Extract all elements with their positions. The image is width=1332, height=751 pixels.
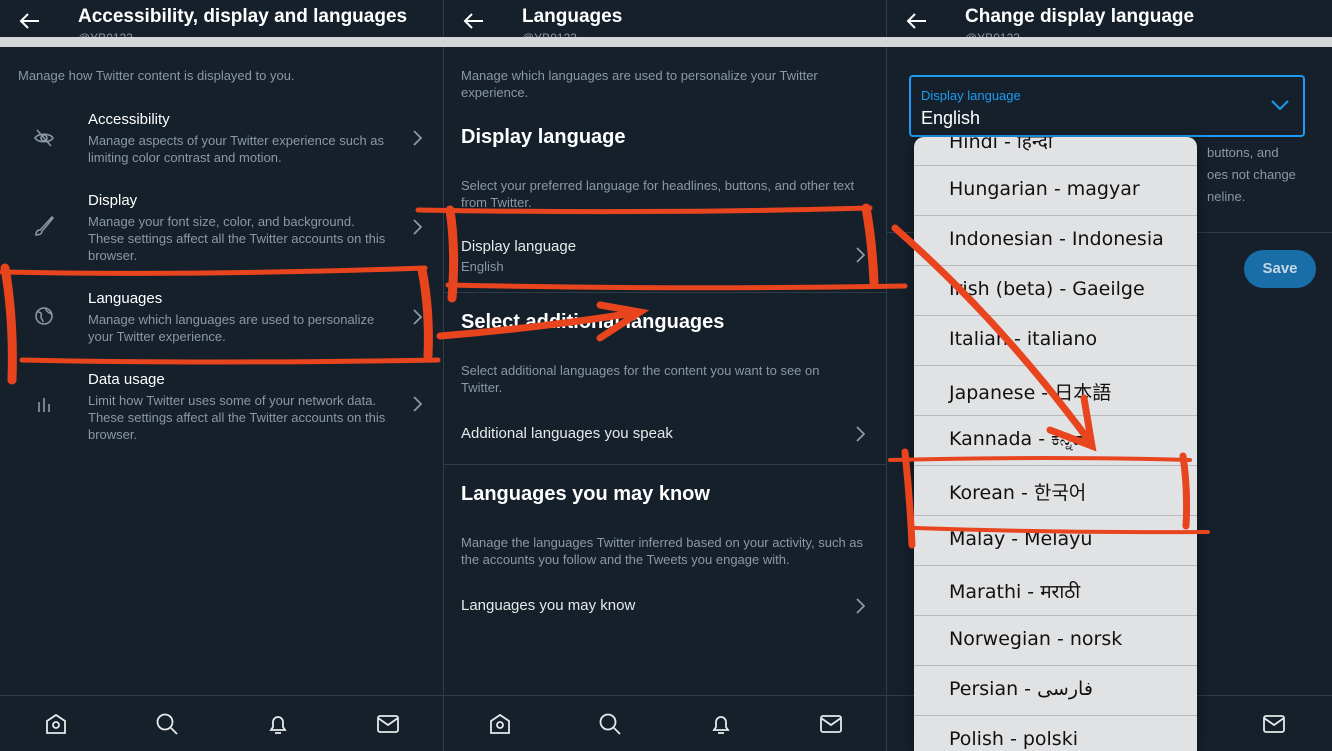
settings-item-display[interactable]: Display Manage your font size, color, an…	[0, 191, 443, 271]
settings-item-label: Display	[88, 192, 138, 209]
page-title: Accessibility, display and languages	[78, 6, 408, 27]
row-value: English	[461, 259, 504, 274]
select-value: English	[921, 108, 981, 128]
back-arrow-icon[interactable]	[905, 12, 927, 30]
language-option[interactable]: Indonesian - Indonesia	[914, 215, 1197, 266]
divider	[444, 292, 886, 293]
language-option[interactable]: Kannada - ಕನ್ನಡ	[914, 415, 1197, 466]
chevron-down-icon	[1271, 100, 1289, 111]
header: Languages @YB0123	[444, 0, 886, 45]
language-option[interactable]: Hungarian - magyar	[914, 165, 1197, 216]
page-description: Manage which languages are used to perso…	[461, 68, 818, 100]
additional-languages-row[interactable]: Additional languages you speak	[444, 410, 886, 460]
chevron-right-icon	[856, 426, 865, 442]
divider	[444, 464, 886, 465]
hidden-description-fragment: buttons, and	[1207, 145, 1279, 160]
section-title: Display language	[461, 126, 626, 148]
display-language-row[interactable]: Display language English	[444, 228, 886, 290]
hidden-description-fragment: oes not change	[1207, 167, 1296, 182]
settings-item-data-usage[interactable]: Data usage Limit how Twitter uses some o…	[0, 370, 443, 450]
language-option[interactable]: Polish - polski	[914, 715, 1197, 751]
language-option[interactable]: Irish (beta) - Gaeilge	[914, 265, 1197, 316]
row-label: Languages you may know	[461, 597, 636, 614]
section-description: Manage the languages Twitter inferred ba…	[461, 535, 864, 567]
back-arrow-icon[interactable]	[462, 12, 484, 30]
bottom-nav	[444, 695, 886, 751]
hidden-description-fragment: neline.	[1207, 189, 1246, 204]
save-button[interactable]: Save	[1244, 250, 1316, 288]
settings-item-label: Accessibility	[88, 111, 170, 128]
settings-item-description: Manage your font size, color, and backgr…	[88, 214, 386, 263]
language-option[interactable]: Malay - Melayu	[914, 515, 1197, 566]
page-title: Change display language	[965, 6, 1195, 27]
header: Accessibility, display and languages @YB…	[0, 0, 443, 45]
row-label: Display language	[461, 238, 577, 255]
section-title: Select additional languages	[461, 311, 725, 333]
chevron-right-icon	[413, 130, 422, 146]
section-description: Select your preferred language for headl…	[461, 178, 855, 210]
section-title: Languages you may know	[461, 483, 710, 505]
bottom-nav	[0, 695, 443, 751]
back-arrow-icon[interactable]	[18, 12, 40, 30]
bar-chart-icon	[38, 398, 50, 412]
page-title: Languages	[522, 6, 623, 27]
row-label: Additional languages you speak	[461, 425, 673, 442]
bell-icon[interactable]	[266, 712, 290, 736]
section-description: Select additional languages for the cont…	[461, 363, 820, 395]
home-icon[interactable]	[488, 712, 512, 736]
language-option-korean[interactable]: Korean - 한국어	[914, 465, 1197, 516]
settings-item-label: Data usage	[88, 371, 165, 388]
bell-icon[interactable]	[709, 712, 733, 736]
chevron-right-icon	[413, 396, 422, 412]
language-option[interactable]: Norwegian - norsk	[914, 615, 1197, 666]
language-dropdown-list[interactable]: Hindi - हिन्दी Hungarian - magyar Indone…	[914, 137, 1197, 751]
settings-item-description: Manage aspects of your Twitter experienc…	[88, 133, 385, 165]
mail-icon[interactable]	[819, 712, 843, 736]
settings-item-accessibility[interactable]: Accessibility Manage aspects of your Twi…	[0, 110, 443, 180]
language-option[interactable]: Hindi - हिन्दी	[914, 137, 1197, 166]
settings-item-description: Limit how Twitter uses some of your netw…	[88, 393, 386, 442]
select-label: Display language	[921, 88, 1021, 103]
display-language-select[interactable]: Display language English	[909, 75, 1305, 137]
globe-icon	[35, 307, 53, 325]
chevron-right-icon	[413, 309, 422, 325]
brush-icon	[35, 215, 55, 236]
language-option[interactable]: Japanese - 日本語	[914, 365, 1197, 416]
chevron-right-icon	[856, 598, 865, 614]
eye-slash-icon	[34, 129, 54, 147]
page-description: Manage how Twitter content is displayed …	[18, 68, 295, 83]
search-icon[interactable]	[155, 712, 179, 736]
settings-item-description: Manage which languages are used to perso…	[88, 312, 375, 344]
home-icon[interactable]	[44, 712, 68, 736]
header: Change display language @YB0123	[887, 0, 1332, 45]
language-option[interactable]: Marathi - मराठी	[914, 565, 1197, 616]
settings-item-languages[interactable]: Languages Manage which languages are use…	[0, 289, 443, 359]
language-option[interactable]: Persian - فارسی	[914, 665, 1197, 716]
mail-icon[interactable]	[376, 712, 400, 736]
languages-panel: Languages @YB0123 Manage which languages…	[444, 0, 886, 751]
browser-toolbar-strip	[0, 37, 1332, 47]
language-option[interactable]: Italian - italiano	[914, 315, 1197, 366]
chevron-right-icon	[856, 247, 865, 263]
search-icon[interactable]	[598, 712, 622, 736]
accessibility-panel: Accessibility, display and languages @YB…	[0, 0, 443, 751]
languages-may-know-row[interactable]: Languages you may know	[444, 582, 886, 632]
chevron-right-icon	[413, 219, 422, 235]
settings-item-label: Languages	[88, 290, 163, 307]
mail-icon[interactable]	[1262, 712, 1286, 736]
